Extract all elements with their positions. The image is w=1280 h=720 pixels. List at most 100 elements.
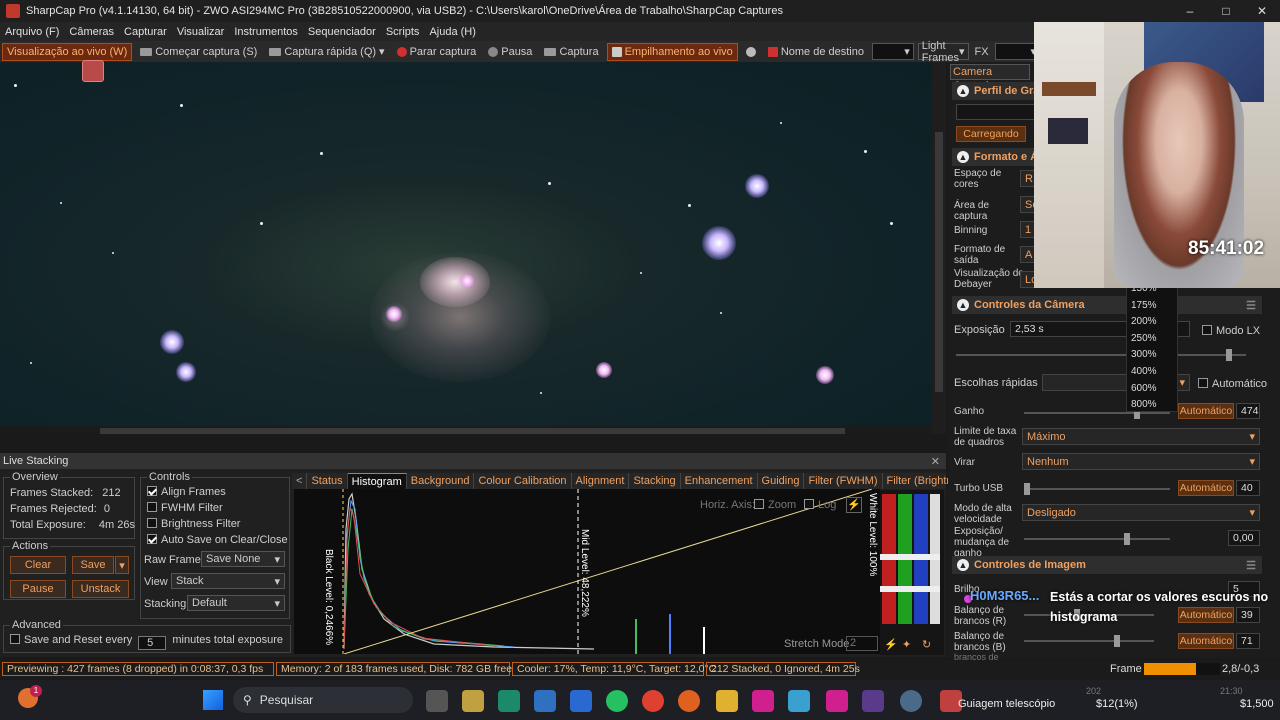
- menu-view[interactable]: Visualizar: [172, 26, 230, 38]
- close-icon[interactable]: ✕: [1244, 0, 1280, 22]
- task-view-icon[interactable]: [426, 690, 448, 712]
- frame-rate-select[interactable]: Máximo ▾: [1022, 428, 1260, 445]
- zoom-option[interactable]: 200%: [1127, 314, 1177, 331]
- save-button[interactable]: Save: [72, 556, 114, 574]
- tab-alignment[interactable]: Alignment: [572, 473, 630, 489]
- wb-blue-input[interactable]: 71: [1236, 633, 1260, 649]
- tab-stacking[interactable]: Stacking: [629, 473, 681, 489]
- zoom-option[interactable]: 300%: [1127, 347, 1177, 364]
- collapse-icon[interactable]: ▲: [957, 559, 969, 571]
- menu-capture[interactable]: Capturar: [119, 26, 172, 38]
- lightning-icon[interactable]: ⚡: [884, 638, 898, 652]
- pause-button[interactable]: Pausa: [484, 43, 536, 61]
- sparkle-icon[interactable]: ✦: [902, 638, 916, 652]
- quick-capture-button[interactable]: Captura rápida (Q) ▾: [265, 43, 388, 61]
- stretch-mode-select[interactable]: 2: [846, 636, 878, 651]
- app-icon[interactable]: [826, 690, 848, 712]
- exposure-gain-slider[interactable]: [1024, 533, 1170, 545]
- stellarium-icon[interactable]: [862, 690, 884, 712]
- zoom-option[interactable]: 800%: [1127, 397, 1177, 414]
- camera-section-header[interactable]: ▲ Controles da Câmera ☰: [952, 296, 1262, 314]
- menu-tools[interactable]: Instrumentos: [229, 26, 303, 38]
- tab-enhancement[interactable]: Enhancement: [681, 473, 758, 489]
- save-dropdown-chevron-icon[interactable]: ▾: [115, 556, 129, 574]
- fwhm-filter-checkbox[interactable]: [147, 502, 157, 512]
- pause-button[interactable]: Pause: [10, 580, 66, 598]
- whatsapp-icon[interactable]: [606, 690, 628, 712]
- save-reset-checkbox[interactable]: [10, 634, 20, 644]
- live-stack-button[interactable]: Empilhamento ao vivo: [606, 42, 738, 61]
- zoom-option[interactable]: 250%: [1127, 331, 1177, 348]
- gain-input[interactable]: 474: [1236, 403, 1260, 419]
- edge-icon[interactable]: [498, 690, 520, 712]
- preview-vertical-scrollbar[interactable]: [932, 62, 946, 434]
- slider-handle-icon[interactable]: [880, 586, 940, 592]
- active-app-label[interactable]: Guiagem telescópio: [958, 698, 1055, 710]
- target-name-select[interactable]: ▾: [871, 43, 914, 60]
- auto-save-checkbox[interactable]: [147, 534, 157, 544]
- store-icon[interactable]: [534, 690, 556, 712]
- maximize-icon[interactable]: □: [1208, 0, 1244, 22]
- image-preview[interactable]: [0, 62, 932, 434]
- collapse-icon[interactable]: ▲: [957, 151, 969, 163]
- capture-button[interactable]: Captura: [540, 43, 602, 61]
- loading-button[interactable]: Carregando: [956, 126, 1026, 142]
- lx-mode-toggle[interactable]: Modo LX: [1202, 325, 1260, 337]
- log-checkbox[interactable]: [804, 499, 814, 509]
- auto-exposure-checkbox[interactable]: [1198, 378, 1208, 388]
- zoom-toggle[interactable]: Zoom: [754, 499, 796, 511]
- raw-frames-select[interactable]: Save None ▾: [201, 551, 285, 567]
- tab-guiding[interactable]: Guiding: [758, 473, 805, 489]
- preview-horizontal-scrollbar[interactable]: [0, 426, 932, 434]
- exposure-slider[interactable]: [956, 349, 1246, 361]
- zoom-option[interactable]: 400%: [1127, 364, 1177, 381]
- tab-histogram[interactable]: Histogram: [347, 473, 407, 489]
- zoom-dropdown-list[interactable]: 150% 175% 200% 250% 300% 400% 600% 800%: [1126, 280, 1178, 412]
- exposure-gain-input[interactable]: 0,00: [1228, 530, 1260, 546]
- high-speed-select[interactable]: Desligado ▾: [1022, 504, 1260, 521]
- rgb-level-sliders[interactable]: ⚡ ✦ ↻: [880, 490, 944, 655]
- app-icon[interactable]: [752, 690, 774, 712]
- menu-help[interactable]: Ajuda (H): [424, 26, 480, 38]
- menu-icon[interactable]: ☰: [1246, 559, 1256, 572]
- file-explorer-icon[interactable]: [716, 690, 738, 712]
- view-select[interactable]: Stack ▾: [171, 573, 285, 589]
- align-frames-checkbox[interactable]: [147, 486, 157, 496]
- opera-icon[interactable]: [678, 690, 700, 712]
- app-icon[interactable]: [900, 690, 922, 712]
- menu-icon[interactable]: ☰: [1246, 299, 1256, 312]
- flip-select[interactable]: Nenhum ▾: [1022, 453, 1260, 470]
- reset-icon[interactable]: ↻: [922, 638, 936, 652]
- app-icon[interactable]: [570, 690, 592, 712]
- menu-cameras[interactable]: Câmeras: [64, 26, 119, 38]
- gain-auto-button[interactable]: Automático: [1178, 403, 1234, 419]
- menu-file[interactable]: Arquivo (F): [0, 26, 64, 38]
- auto-exposure-toggle[interactable]: Automático: [1198, 378, 1267, 390]
- tabs-scroll-left-icon[interactable]: <: [292, 473, 308, 489]
- collapse-icon[interactable]: ▲: [957, 299, 969, 311]
- start-capture-button[interactable]: Começar captura (S): [136, 43, 261, 61]
- app-icon[interactable]: [788, 690, 810, 712]
- menu-scripts[interactable]: Scripts: [381, 26, 425, 38]
- zoom-option[interactable]: 175%: [1127, 298, 1177, 315]
- tab-status[interactable]: Status: [307, 473, 348, 489]
- lx-mode-checkbox[interactable]: [1202, 325, 1212, 335]
- tab-filter-fwhm[interactable]: Filter (FWHM): [804, 473, 883, 489]
- unstack-button[interactable]: Unstack: [72, 580, 129, 598]
- record-button[interactable]: [742, 43, 760, 61]
- tab-camera-controls[interactable]: Camera Controls: [950, 64, 1030, 92]
- usb-turbo-slider[interactable]: [1024, 483, 1170, 495]
- stacking-select[interactable]: Default ▾: [187, 595, 285, 611]
- histogram-display[interactable]: Horiz. Axis: Zoom Log ⚡ Black Level: 0,2…: [294, 489, 880, 654]
- live-view-button[interactable]: Visualização ao vivo (W): [2, 42, 133, 61]
- close-icon[interactable]: ✕: [931, 455, 940, 468]
- copilot-icon[interactable]: [462, 690, 484, 712]
- chevron-down-icon[interactable]: ▾: [379, 45, 385, 58]
- wb-blue-auto-button[interactable]: Automático: [1178, 633, 1234, 649]
- minimize-icon[interactable]: –: [1172, 0, 1208, 22]
- usb-auto-button[interactable]: Automático: [1178, 480, 1234, 496]
- zoom-checkbox[interactable]: [754, 499, 764, 509]
- image-section-header[interactable]: ▲ Controles de Imagem ☰: [952, 556, 1262, 574]
- collapse-icon[interactable]: ▲: [957, 85, 969, 97]
- zoom-option[interactable]: 600%: [1127, 381, 1177, 398]
